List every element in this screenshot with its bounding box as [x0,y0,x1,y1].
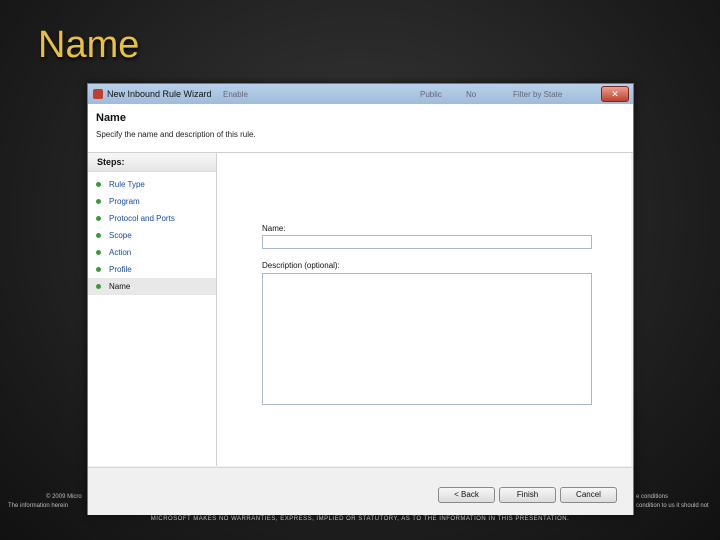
step-action[interactable]: Action [88,244,216,261]
button-bar: < Back Finish Cancel [88,467,633,515]
step-program[interactable]: Program [88,193,216,210]
step-bullet-icon [96,182,101,187]
step-scope[interactable]: Scope [88,227,216,244]
steps-panel: Steps: Rule Type Program Protocol and Po… [88,153,217,466]
step-bullet-icon [96,267,101,272]
ghost-text-no: No [466,89,477,99]
step-rule-type[interactable]: Rule Type [88,176,216,193]
footer-info: The information herein [8,503,69,509]
step-label: Program [109,197,140,206]
footer-copyright: © 2009 Micro [46,494,82,500]
step-protocol-ports[interactable]: Protocol and Ports [88,210,216,227]
firewall-icon [93,89,103,99]
ghost-text-filter: Filter by State [513,89,563,99]
step-bullet-icon [96,233,101,238]
step-name[interactable]: Name [88,278,216,295]
step-bullet-icon [96,250,101,255]
title-bar[interactable]: New Inbound Rule Wizard Enable Public No… [88,84,633,104]
step-bullet-icon [96,199,101,204]
footer-disclaimer: MICROSOFT MAKES NO WARRANTIES, EXPRESS, … [150,516,570,522]
slide-title: Name [38,24,140,66]
ghost-text-public: Public [420,89,442,99]
window-title: New Inbound Rule Wizard [107,89,212,99]
step-label: Name [109,282,131,291]
description-input[interactable] [262,273,592,405]
page-subtitle: Specify the name and description of this… [96,130,256,139]
name-label: Name: [262,224,286,233]
step-label: Rule Type [109,180,145,189]
step-bullet-icon [96,284,101,289]
description-label: Description (optional): [262,261,340,270]
step-bullet-icon [96,216,101,221]
cancel-button[interactable]: Cancel [560,487,617,503]
form-area: Name: Description (optional): [217,153,631,466]
step-profile[interactable]: Profile [88,261,216,278]
step-label: Action [109,248,132,257]
back-button[interactable]: < Back [438,487,495,503]
name-input[interactable] [262,235,592,249]
footer-right-2: condition to us it should not [636,503,709,509]
step-label: Protocol and Ports [109,214,175,223]
footer-right-1: e conditions [636,494,669,500]
step-label: Scope [109,231,132,240]
page-title: Name [96,112,126,124]
wizard-header: Name Specify the name and description of… [88,104,633,153]
close-button[interactable]: ✕ [601,86,629,102]
finish-button[interactable]: Finish [499,487,556,503]
wizard-window: New Inbound Rule Wizard Enable Public No… [87,83,634,515]
steps-heading: Steps: [88,153,216,172]
ghost-text-enable: Enable [223,89,248,99]
step-label: Profile [109,265,132,274]
